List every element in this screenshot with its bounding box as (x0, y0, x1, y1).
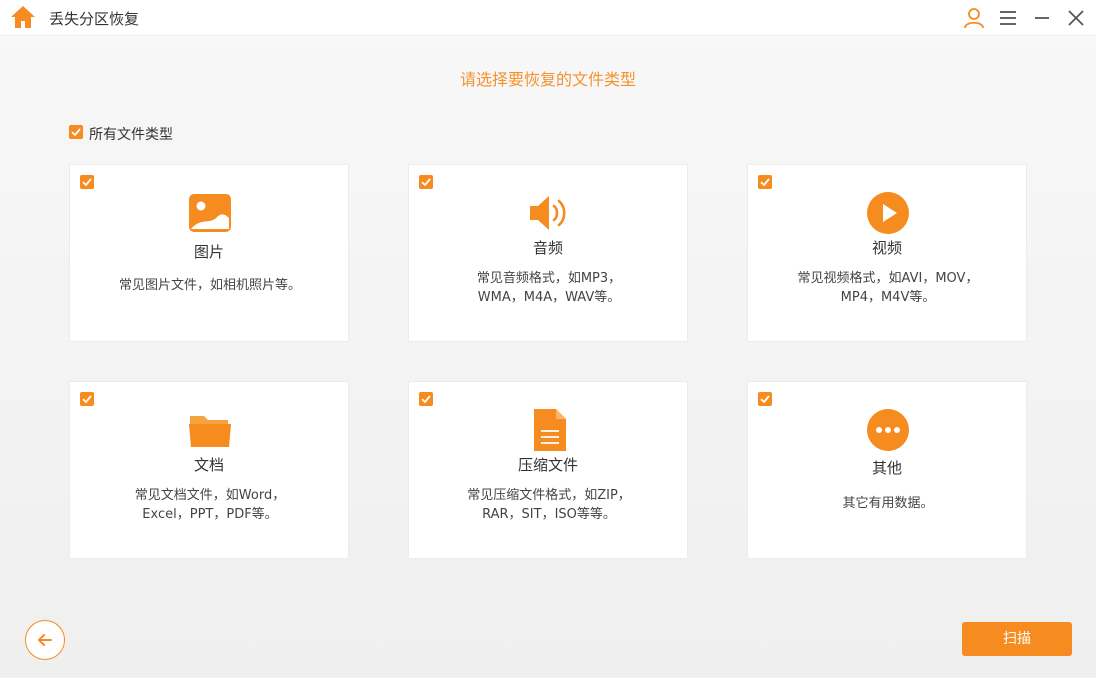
folder-icon (189, 416, 231, 447)
close-icon[interactable] (1064, 6, 1088, 30)
more-icon (867, 409, 909, 451)
all-types-checkbox[interactable] (69, 125, 83, 139)
desc-line: Excel，PPT，PDF等。 (142, 507, 278, 522)
desc-line: 常见压缩文件格式，如ZIP， (467, 488, 631, 503)
card-audio[interactable]: 音频 常见音频格式，如MP3， WMA，M4A，WAV等。 (408, 164, 688, 342)
checkmark-icon (71, 128, 81, 137)
image-icon (189, 194, 231, 232)
card-title: 视频 (871, 239, 902, 257)
app-window: 丢失分区恢复 请选择要恢复的文件类型 所有文件类型 图片 常见图片文件，如相机照… (0, 0, 1096, 678)
checkmark-icon (82, 395, 92, 404)
card-images[interactable]: 图片 常见图片文件，如相机照片等。 (69, 164, 349, 342)
checkmark-icon (760, 178, 770, 187)
card-others[interactable]: 其他 其它有用数据。 (747, 381, 1027, 559)
desc-line: WMA，M4A，WAV等。 (477, 290, 621, 305)
minimize-icon[interactable] (1030, 6, 1054, 30)
menu-icon[interactable] (996, 6, 1020, 30)
scan-button[interactable]: 扫描 (962, 622, 1072, 656)
back-button[interactable] (25, 620, 65, 660)
arrow-left-icon (38, 634, 52, 646)
checkmark-icon (82, 178, 92, 187)
card-title: 压缩文件 (517, 456, 578, 474)
images-checkbox[interactable] (80, 175, 94, 189)
desc-line: MP4，M4V等。 (840, 290, 936, 305)
card-title: 其他 (871, 459, 902, 477)
audio-checkbox[interactable] (419, 175, 433, 189)
card-title: 文档 (193, 456, 224, 474)
card-description: 常见压缩文件格式，如ZIP， RAR，SIT，ISO等等。 (429, 486, 669, 524)
title-bar: 丢失分区恢复 (0, 0, 1096, 36)
desc-line: 其它有用数据。 (842, 496, 934, 511)
desc-line: 常见文档文件，如Word， (134, 488, 286, 503)
checkmark-icon (421, 178, 431, 187)
desc-line: RAR，SIT，ISO等等。 (482, 507, 616, 522)
card-archives[interactable]: 压缩文件 常见压缩文件格式，如ZIP， RAR，SIT，ISO等等。 (408, 381, 688, 559)
speaker-icon (530, 196, 566, 230)
page-headline: 请选择要恢复的文件类型 (459, 70, 636, 89)
documents-checkbox[interactable] (80, 392, 94, 406)
card-description: 常见图片文件，如相机照片等。 (90, 276, 330, 295)
card-description: 其它有用数据。 (768, 494, 1008, 513)
card-video[interactable]: 视频 常见视频格式，如AVI，MOV， MP4，M4V等。 (747, 164, 1027, 342)
desc-line: 常见音频格式，如MP3， (476, 271, 622, 286)
card-documents[interactable]: 文档 常见文档文件，如Word， Excel，PPT，PDF等。 (69, 381, 349, 559)
play-icon (867, 192, 909, 234)
others-checkbox[interactable] (758, 392, 772, 406)
archives-checkbox[interactable] (419, 392, 433, 406)
app-title: 丢失分区恢复 (49, 10, 140, 28)
card-description: 常见视频格式，如AVI，MOV， MP4，M4V等。 (768, 269, 1008, 307)
desc-line: 常见视频格式，如AVI，MOV， (797, 271, 979, 286)
desc-line: 常见图片文件，如相机照片等。 (118, 278, 301, 293)
archive-file-icon (534, 409, 566, 451)
card-title: 图片 (193, 243, 224, 261)
card-title: 音频 (532, 239, 563, 257)
checkmark-icon (760, 395, 770, 404)
card-description: 常见文档文件，如Word， Excel，PPT，PDF等。 (90, 486, 330, 524)
home-icon[interactable] (10, 5, 36, 29)
card-description: 常见音频格式，如MP3， WMA，M4A，WAV等。 (429, 269, 669, 307)
checkmark-icon (421, 395, 431, 404)
all-types-label: 所有文件类型 (89, 127, 173, 143)
user-icon[interactable] (962, 6, 986, 30)
video-checkbox[interactable] (758, 175, 772, 189)
